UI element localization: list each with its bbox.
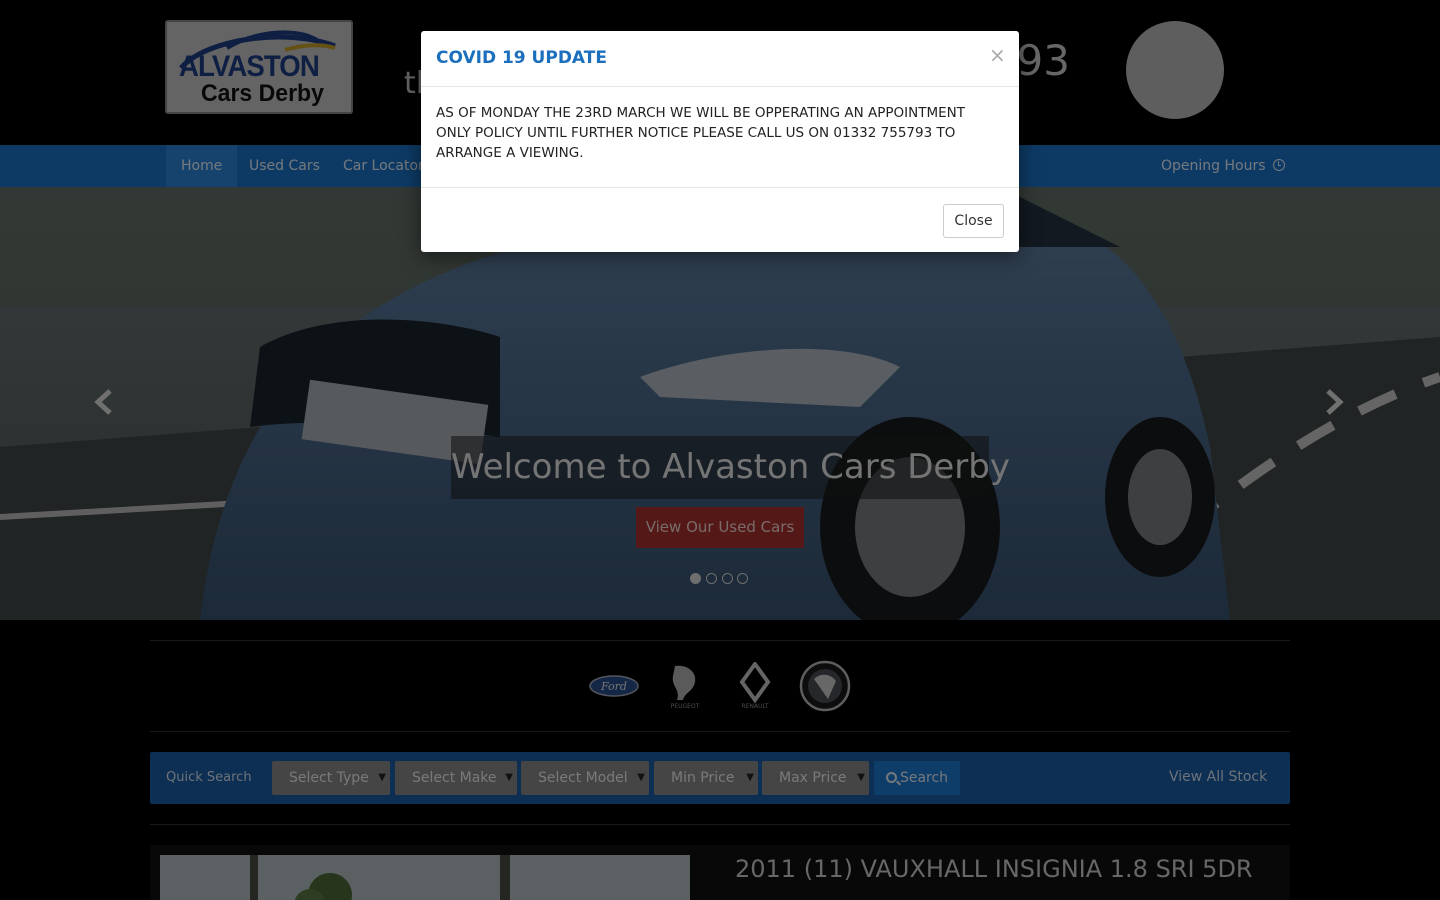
modal-body-text: AS OF MONDAY THE 23RD MARCH WE WILL BE O… (436, 105, 966, 161)
close-icon[interactable]: × (989, 45, 1006, 65)
close-button[interactable]: Close (943, 204, 1004, 238)
modal-footer: Close (421, 187, 1019, 252)
page: ALVASTON Cars Derby tl 793 Home Used Car… (0, 0, 1440, 900)
covid-modal: COVID 19 UPDATE × AS OF MONDAY THE 23RD … (421, 31, 1019, 252)
modal-header: COVID 19 UPDATE × (421, 31, 1019, 87)
modal-title: COVID 19 UPDATE (436, 48, 607, 68)
